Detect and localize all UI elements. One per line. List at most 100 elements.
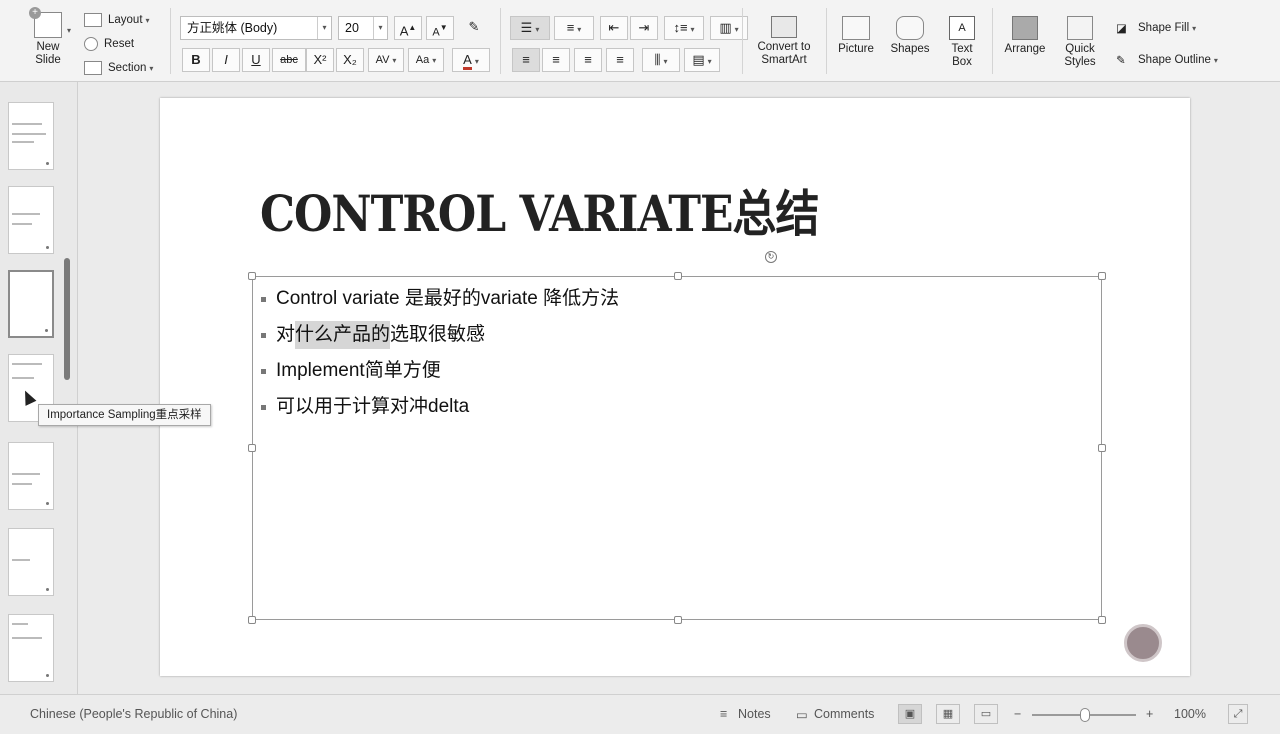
- bullet-list[interactable]: Control variate 是最好的variate 降低方法 对什么产品的选…: [261, 281, 619, 425]
- divider: [170, 8, 171, 74]
- slide[interactable]: CONTROL VARIATE总结 ↻ Control variate 是最好的…: [160, 98, 1190, 676]
- slideshow-button[interactable]: ▭: [974, 704, 998, 724]
- shapes-icon: [896, 16, 924, 40]
- bullet-item[interactable]: Implement简单方便: [261, 353, 619, 389]
- thumbnail-scrollbar[interactable]: [64, 258, 70, 380]
- strikethrough-button[interactable]: abc: [272, 48, 306, 72]
- slide-thumbnail-current[interactable]: [8, 270, 54, 338]
- powerpoint-window: + New Slide ▾ Layout ▾ Reset Section ▾ 方正姚: [0, 0, 1280, 734]
- numbering-button[interactable]: ≡ ▾: [554, 16, 594, 40]
- picture-button[interactable]: Picture: [834, 16, 878, 56]
- zoom-in-button[interactable]: +: [1146, 707, 1153, 721]
- comments-icon: ▭: [796, 708, 808, 722]
- font-color-button[interactable]: A ▾: [452, 48, 490, 72]
- align-center-button[interactable]: ≡: [542, 48, 570, 72]
- underline-button[interactable]: U: [242, 48, 270, 72]
- record-button[interactable]: [1124, 624, 1162, 662]
- font-size-select[interactable]: 20 ▾: [338, 16, 388, 40]
- new-slide-dropdown-icon[interactable]: ▾: [67, 26, 71, 35]
- notes-icon: ≡: [720, 707, 728, 721]
- slide-thumbnail[interactable]: [8, 614, 54, 682]
- align-left-button[interactable]: ≡: [512, 48, 540, 72]
- subscript-button[interactable]: X₂: [336, 48, 364, 72]
- resize-handle[interactable]: [674, 272, 682, 280]
- language-indicator[interactable]: Chinese (People's Republic of China): [30, 707, 237, 721]
- status-bar: Chinese (People's Republic of China) ≡ N…: [0, 694, 1280, 734]
- chevron-down-icon: ▾: [474, 57, 479, 66]
- paint-bucket-icon: ◪: [1116, 23, 1127, 35]
- quick-styles-label-1: Quick: [1065, 43, 1095, 55]
- increase-indent-button[interactable]: ⇥: [630, 16, 658, 40]
- bullet-item[interactable]: Control variate 是最好的variate 降低方法: [261, 281, 619, 317]
- bullets-button[interactable]: ☰ ▾: [510, 16, 550, 40]
- superscript-button[interactable]: X²: [306, 48, 334, 72]
- resize-handle[interactable]: [248, 616, 256, 624]
- char-spacing-button[interactable]: AV ▾: [368, 48, 404, 72]
- shrink-font-button[interactable]: A▼: [426, 16, 454, 40]
- zoom-out-button[interactable]: −: [1014, 707, 1021, 721]
- clear-formatting-icon[interactable]: ✎: [460, 16, 488, 40]
- normal-view-button[interactable]: ▣: [898, 704, 922, 724]
- resize-handle[interactable]: [1098, 616, 1106, 624]
- shape-fill-label: Shape Fill: [1138, 22, 1190, 34]
- zoom-slider-handle[interactable]: [1080, 708, 1090, 722]
- shapes-button[interactable]: Shapes: [888, 16, 932, 56]
- resize-handle[interactable]: [1098, 272, 1106, 280]
- slide-thumbnail[interactable]: [8, 102, 54, 170]
- slide-thumbnail[interactable]: [8, 528, 54, 596]
- underline-label: U: [251, 52, 261, 67]
- quick-styles-button[interactable]: Quick Styles: [1058, 16, 1102, 69]
- justify-button[interactable]: ≡: [606, 48, 634, 72]
- grow-font-button[interactable]: A▲: [394, 16, 422, 40]
- shrink-font-label: A: [432, 26, 440, 39]
- selected-text: 什么产品的: [295, 321, 391, 349]
- fit-to-window-button[interactable]: ⤢: [1228, 704, 1248, 724]
- reset-button[interactable]: Reset: [84, 34, 153, 54]
- resize-handle[interactable]: [248, 272, 256, 280]
- smartart-icon: [771, 16, 797, 38]
- bold-button[interactable]: B: [182, 48, 210, 72]
- chevron-down-icon: ▾: [707, 57, 712, 66]
- align-right-button[interactable]: ≡: [574, 48, 602, 72]
- divider: [826, 8, 827, 74]
- italic-label: I: [224, 52, 228, 67]
- rotate-handle-icon[interactable]: ↻: [765, 251, 777, 263]
- bullet-item[interactable]: 可以用于计算对冲delta: [261, 389, 619, 425]
- slide-thumbnail-pane[interactable]: [0, 82, 78, 694]
- char-spacing-label: AV: [375, 54, 390, 66]
- change-case-button[interactable]: Aa ▾: [408, 48, 444, 72]
- layout-icon: [84, 13, 102, 27]
- slide-sorter-button[interactable]: ▦: [936, 704, 960, 724]
- slide-thumbnail[interactable]: [8, 442, 54, 510]
- content-textbox[interactable]: ↻ Control variate 是最好的variate 降低方法 对什么产品…: [248, 251, 1106, 624]
- line-spacing-button[interactable]: ↕≡ ▾: [664, 16, 704, 40]
- text-direction-button[interactable]: ⫼ ▾: [642, 48, 680, 72]
- resize-handle[interactable]: [1098, 444, 1106, 452]
- bullet-item[interactable]: 对什么产品的 选取很敏感: [261, 317, 619, 353]
- layout-button[interactable]: Layout ▾: [84, 10, 153, 30]
- slides-group: Layout ▾ Reset Section ▾: [84, 10, 153, 78]
- convert-smartart-button[interactable]: Convert to SmartArt: [750, 16, 818, 67]
- layout-label: Layout: [108, 14, 143, 26]
- shape-fill-button[interactable]: ◪ Shape Fill ▾: [1116, 18, 1196, 38]
- align-text-button[interactable]: ▤ ▾: [684, 48, 720, 72]
- section-button[interactable]: Section ▾: [84, 58, 153, 78]
- resize-handle[interactable]: [674, 616, 682, 624]
- slide-thumbnail[interactable]: [8, 186, 54, 254]
- comments-button[interactable]: Comments: [814, 707, 874, 721]
- decrease-indent-button[interactable]: ⇤: [600, 16, 628, 40]
- shape-outline-button[interactable]: ✎ Shape Outline ▾: [1116, 50, 1218, 70]
- notes-button[interactable]: Notes: [738, 707, 771, 721]
- textbox-button[interactable]: A Text Box: [942, 16, 982, 69]
- resize-handle[interactable]: [248, 444, 256, 452]
- zoom-level[interactable]: 100%: [1174, 707, 1206, 721]
- italic-button[interactable]: I: [212, 48, 240, 72]
- font-color-label: A: [463, 52, 472, 70]
- new-slide-button[interactable]: + New Slide: [26, 7, 70, 67]
- bullet-marker-icon: [261, 296, 266, 302]
- slide-title[interactable]: CONTROL VARIATE总结: [260, 174, 819, 246]
- bullet-text-suffix: 选取很敏感: [390, 324, 486, 345]
- font-name-select[interactable]: 方正姚体 (Body) ▾: [180, 16, 332, 40]
- arrange-button[interactable]: Arrange: [1000, 16, 1050, 56]
- textbox-label-2: Box: [952, 56, 972, 68]
